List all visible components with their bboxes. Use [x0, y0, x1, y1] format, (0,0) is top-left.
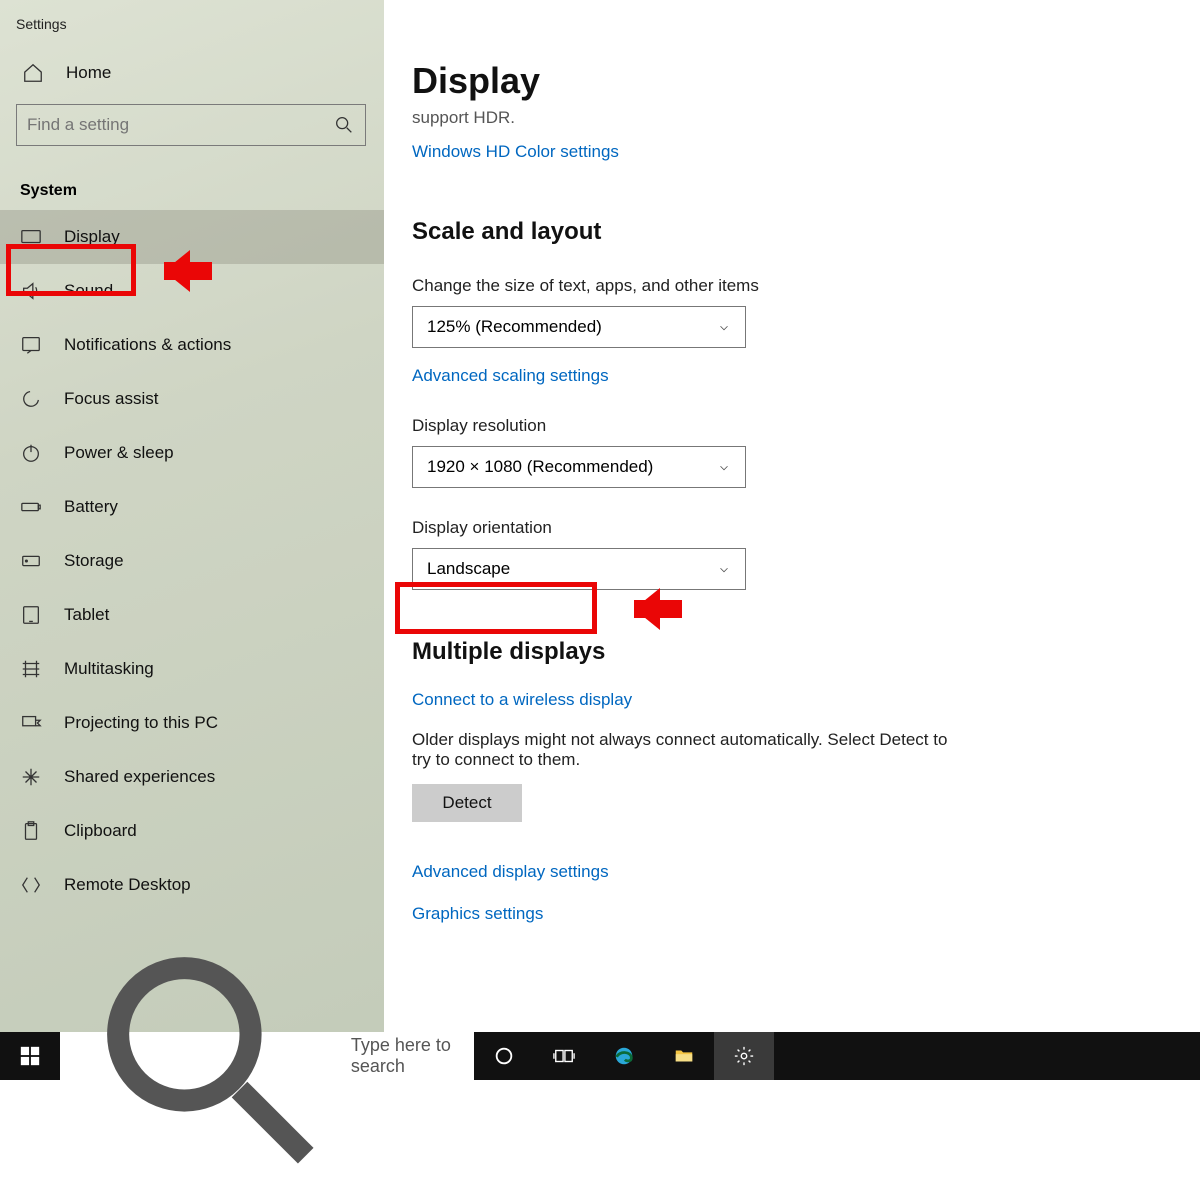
link-advanced-display-settings[interactable]: Advanced display settings	[412, 862, 1160, 882]
remote-desktop-icon	[20, 874, 42, 896]
sidebar-item-label: Focus assist	[64, 389, 158, 409]
taskbar-file-explorer[interactable]	[654, 1032, 714, 1080]
dropdown-resolution[interactable]: 1920 × 1080 (Recommended)	[412, 446, 746, 488]
search-input[interactable]	[27, 115, 327, 135]
sidebar-search[interactable]	[16, 104, 366, 146]
sidebar-item-notifications[interactable]: Notifications & actions	[0, 318, 384, 372]
sidebar-item-label: Shared experiences	[64, 767, 215, 787]
taskbar-search[interactable]: Type here to search	[60, 1032, 474, 1080]
dropdown-orientation[interactable]: Landscape	[412, 548, 746, 590]
dropdown-orientation-value: Landscape	[427, 559, 510, 579]
multitasking-icon	[20, 658, 42, 680]
task-view-icon	[553, 1045, 575, 1067]
clipboard-icon	[20, 820, 42, 842]
taskbar: Type here to search	[0, 1032, 1200, 1080]
label-resolution: Display resolution	[412, 416, 1160, 436]
sidebar-item-label: Remote Desktop	[64, 875, 191, 895]
shared-icon	[20, 766, 42, 788]
sidebar-search-wrap	[0, 94, 384, 146]
power-icon	[20, 442, 42, 464]
sidebar-item-remote-desktop[interactable]: Remote Desktop	[0, 858, 384, 912]
sidebar-home[interactable]: Home	[6, 52, 384, 94]
settings-sidebar: Settings Home System Display	[0, 0, 384, 1032]
settings-main: Display support HDR. Windows HD Color se…	[384, 0, 1200, 1032]
sound-icon	[20, 280, 42, 302]
sidebar-item-label: Notifications & actions	[64, 335, 231, 355]
gear-icon	[733, 1045, 755, 1067]
chevron-down-icon	[717, 460, 731, 474]
heading-multiple-displays: Multiple displays	[412, 638, 1160, 666]
focus-assist-icon	[20, 388, 42, 410]
link-connect-wireless-display[interactable]: Connect to a wireless display	[412, 690, 632, 710]
sidebar-item-label: Battery	[64, 497, 118, 517]
label-orientation: Display orientation	[412, 518, 1160, 538]
search-icon	[333, 114, 355, 136]
sidebar-item-clipboard[interactable]: Clipboard	[0, 804, 384, 858]
sidebar-item-shared-experiences[interactable]: Shared experiences	[0, 750, 384, 804]
link-hd-color-settings[interactable]: Windows HD Color settings	[412, 142, 619, 162]
sidebar-item-label: Display	[64, 227, 120, 247]
display-icon	[20, 226, 42, 248]
battery-icon	[20, 496, 42, 518]
sidebar-item-label: Clipboard	[64, 821, 137, 841]
file-explorer-icon	[673, 1045, 695, 1067]
home-icon	[22, 62, 44, 84]
taskbar-settings[interactable]	[714, 1032, 774, 1080]
sidebar-item-label: Sound	[64, 281, 113, 301]
taskbar-edge[interactable]	[594, 1032, 654, 1080]
sidebar-item-tablet[interactable]: Tablet	[0, 588, 384, 642]
sidebar-item-battery[interactable]: Battery	[0, 480, 384, 534]
projecting-icon	[20, 712, 42, 734]
taskbar-task-view[interactable]	[534, 1032, 594, 1080]
hdr-clipped-text: support HDR.	[412, 108, 1160, 128]
annotation-arrow-multiple-displays	[634, 588, 704, 630]
storage-icon	[20, 550, 42, 572]
heading-scale-layout: Scale and layout	[412, 218, 1160, 246]
window-title: Settings	[0, 12, 384, 52]
edge-icon	[613, 1045, 635, 1067]
taskbar-cortana[interactable]	[474, 1032, 534, 1080]
detect-description: Older displays might not always connect …	[412, 730, 952, 770]
sidebar-item-label: Power & sleep	[64, 443, 174, 463]
sidebar-item-multitasking[interactable]: Multitasking	[0, 642, 384, 696]
dropdown-resolution-value: 1920 × 1080 (Recommended)	[427, 457, 653, 477]
chevron-down-icon	[717, 320, 731, 334]
sidebar-item-label: Multitasking	[64, 659, 154, 679]
detect-button[interactable]: Detect	[412, 784, 522, 822]
sidebar-section-system: System	[0, 146, 384, 210]
tablet-icon	[20, 604, 42, 626]
search-icon	[74, 924, 339, 1188]
notifications-icon	[20, 334, 42, 356]
sidebar-item-storage[interactable]: Storage	[0, 534, 384, 588]
sidebar-item-projecting[interactable]: Projecting to this PC	[0, 696, 384, 750]
sidebar-item-label: Tablet	[64, 605, 109, 625]
label-scale: Change the size of text, apps, and other…	[412, 276, 1160, 296]
cortana-icon	[493, 1045, 515, 1067]
link-advanced-scaling[interactable]: Advanced scaling settings	[412, 366, 609, 386]
sidebar-item-power-sleep[interactable]: Power & sleep	[0, 426, 384, 480]
windows-icon	[19, 1045, 41, 1067]
page-title: Display	[412, 60, 1160, 102]
sidebar-item-focus-assist[interactable]: Focus assist	[0, 372, 384, 426]
chevron-down-icon	[717, 562, 731, 576]
sidebar-home-label: Home	[66, 63, 111, 83]
taskbar-search-placeholder: Type here to search	[351, 1035, 460, 1077]
taskbar-start-button[interactable]	[0, 1032, 60, 1080]
sidebar-item-label: Storage	[64, 551, 124, 571]
dropdown-scale[interactable]: 125% (Recommended)	[412, 306, 746, 348]
dropdown-scale-value: 125% (Recommended)	[427, 317, 602, 337]
sidebar-item-label: Projecting to this PC	[64, 713, 218, 733]
link-graphics-settings[interactable]: Graphics settings	[412, 904, 1160, 924]
annotation-arrow-display	[164, 250, 234, 292]
